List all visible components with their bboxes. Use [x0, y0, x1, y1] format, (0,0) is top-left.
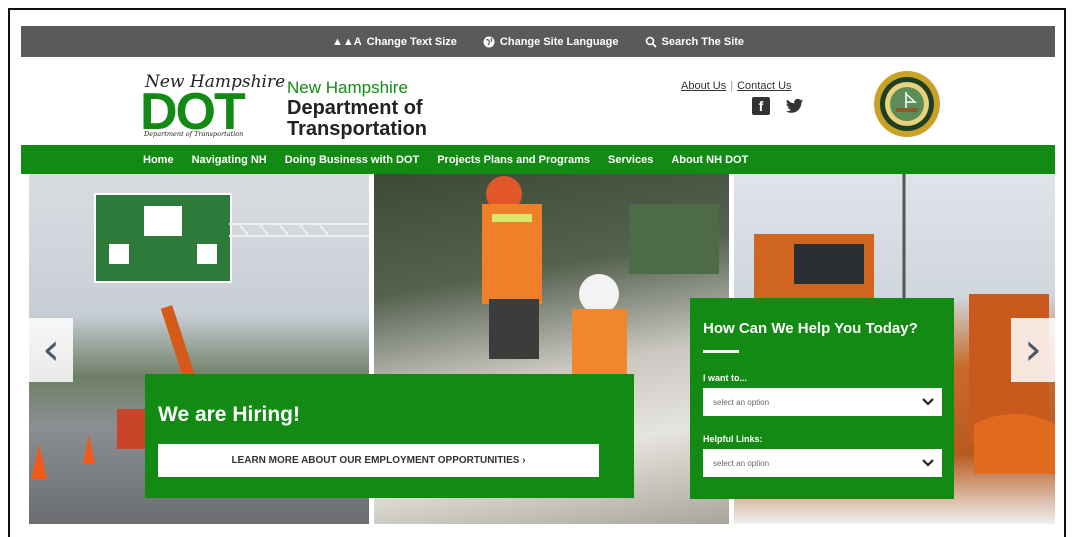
- contact-us-link[interactable]: Contact Us: [737, 80, 791, 92]
- text-size-icon: ▲▲A: [331, 35, 362, 48]
- i-want-to-value: select an option: [713, 397, 770, 407]
- helpful-links-select[interactable]: select an option: [703, 449, 942, 477]
- i-want-to-select[interactable]: select an option: [703, 388, 942, 416]
- logo-subtitle: Department of Transportation: [144, 130, 244, 138]
- nav-services[interactable]: Services: [608, 154, 653, 166]
- agency-name: New Hampshire Department of Transportati…: [287, 77, 427, 140]
- carousel-prev-button[interactable]: ‹: [29, 318, 73, 382]
- nav-projects-plans[interactable]: Projects Plans and Programs: [437, 154, 590, 166]
- change-text-size-link[interactable]: ▲▲A Change Text Size: [332, 36, 457, 48]
- link-separator: |: [730, 80, 734, 92]
- nav-about-nh-dot[interactable]: About NH DOT: [671, 154, 748, 166]
- facebook-icon[interactable]: f: [752, 97, 770, 115]
- agency-line-2: Department of: [287, 97, 423, 119]
- nav-home[interactable]: Home: [143, 154, 174, 166]
- utility-bar: ▲▲A Change Text Size Change Site Languag…: [21, 26, 1055, 57]
- change-language-link[interactable]: Change Site Language: [483, 36, 619, 48]
- chevron-down-icon: [922, 398, 934, 406]
- search-site-label: Search The Site: [661, 35, 745, 48]
- hiring-title: We are Hiring!: [158, 403, 300, 426]
- globe-icon: [483, 36, 495, 47]
- main-nav: Home Navigating NH Doing Business with D…: [21, 145, 1055, 174]
- chevron-down-icon: [922, 459, 934, 467]
- help-title: How Can We Help You Today?: [703, 320, 918, 337]
- twitter-icon[interactable]: [786, 97, 804, 115]
- header-links: About Us | Contact Us: [681, 80, 792, 92]
- change-text-size-label: Change Text Size: [366, 35, 457, 48]
- agency-line-3: Transportation: [287, 118, 428, 140]
- social-links: f: [752, 97, 804, 115]
- search-site-link[interactable]: Search The Site: [645, 35, 745, 48]
- carousel-next-button[interactable]: ›: [1011, 318, 1055, 382]
- about-us-link[interactable]: About Us: [681, 80, 726, 92]
- helpful-links-label: Helpful Links:: [703, 434, 763, 444]
- employment-opportunities-button[interactable]: LEARN MORE ABOUT OUR EMPLOYMENT OPPORTUN…: [158, 444, 599, 477]
- change-language-label: Change Site Language: [499, 35, 619, 48]
- helpful-links-value: select an option: [713, 458, 770, 468]
- state-seal-icon: [874, 71, 940, 137]
- nav-navigating-nh[interactable]: Navigating NH: [192, 154, 267, 166]
- nav-doing-business[interactable]: Doing Business with DOT: [285, 154, 419, 166]
- help-divider: [703, 350, 739, 353]
- agency-line-1: New Hampshire: [287, 78, 408, 97]
- search-icon: [645, 36, 657, 48]
- hiring-panel: [145, 374, 634, 498]
- i-want-to-label: I want to...: [703, 373, 747, 383]
